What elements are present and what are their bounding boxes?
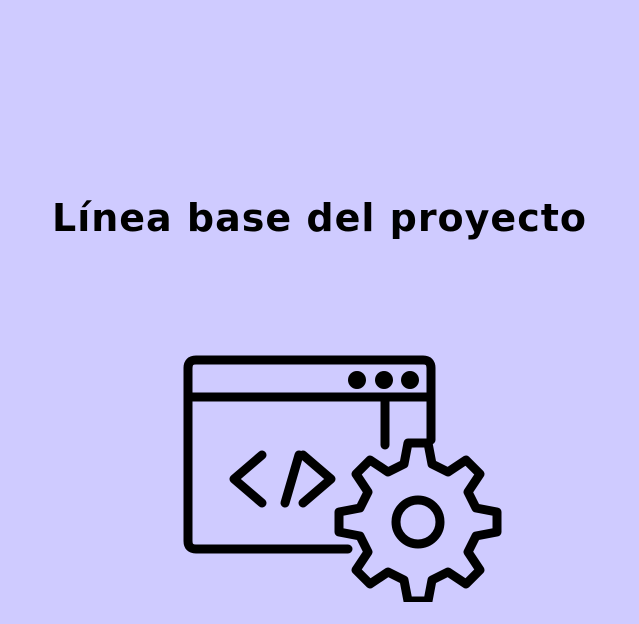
project-baseline-card: Línea base del proyecto	[0, 0, 639, 624]
page-title: Línea base del proyecto	[51, 196, 588, 240]
window-dot-3	[401, 371, 419, 389]
code-window-gear-illustration	[183, 355, 502, 602]
gear-icon	[334, 438, 502, 602]
window-dot-1	[348, 371, 366, 389]
window-dot-2	[375, 371, 393, 389]
